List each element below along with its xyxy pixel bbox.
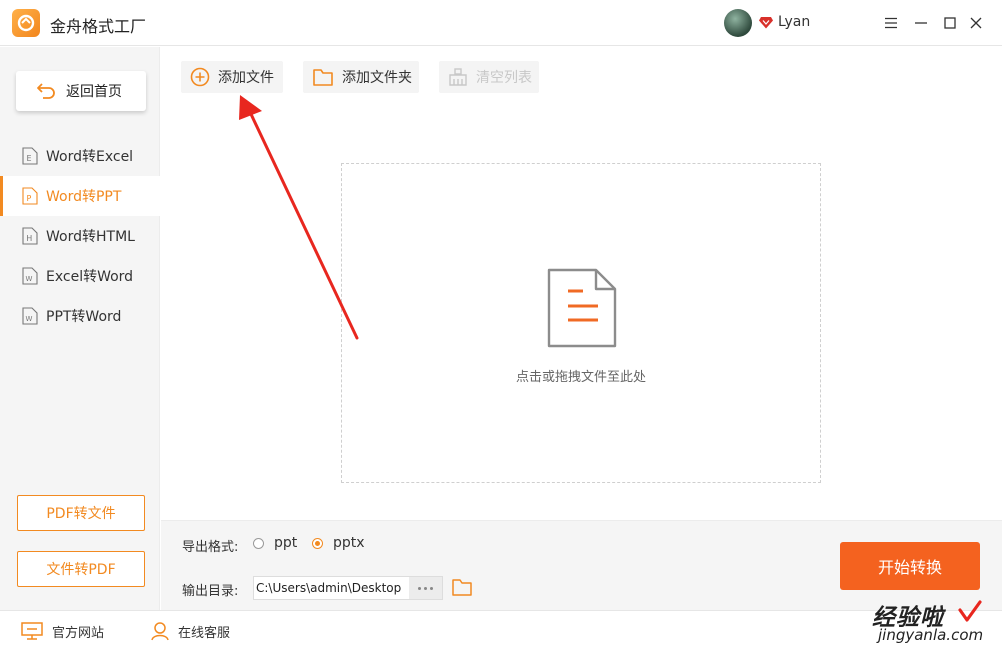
sidebar-item-label: PPT转Word [46,309,122,325]
file-to-pdf-button[interactable]: 文件转PDF [17,551,145,587]
document-e-icon: E [22,147,38,165]
back-home-label: 返回首页 [66,84,122,100]
close-icon [970,17,982,29]
start-convert-button[interactable]: 开始转换 [840,542,980,590]
footer: 官方网站 在线客服 [0,610,1002,652]
format-pptx-label[interactable]: pptx [333,535,365,551]
browse-more-button[interactable] [409,577,442,599]
username[interactable]: Lyan [778,14,810,30]
svg-text:E: E [27,154,32,163]
open-folder-icon[interactable] [451,577,473,597]
more-dot-icon [418,586,421,590]
app-title: 金舟格式工厂 [50,17,147,36]
more-dot-icon [424,586,427,590]
menu-button[interactable] [880,12,902,34]
svg-text:W: W [26,275,33,283]
format-ppt-label[interactable]: ppt [274,535,297,551]
document-w-icon: W [22,307,38,325]
online-support-label: 在线客服 [178,625,231,641]
checkmark-icon [958,600,982,622]
pdf-to-file-button[interactable]: PDF转文件 [17,495,145,531]
sidebar: 返回首页 E Word转Excel P Word转PPT H Word转HTML [0,47,160,610]
watermark-url: jingyanla.com [878,626,984,644]
minimize-icon [915,22,927,24]
official-website-label: 官方网站 [52,625,105,641]
broom-icon [449,68,467,86]
sidebar-item-word-to-excel[interactable]: E Word转Excel [0,136,160,176]
watermark: 经验啦 jingyanla.com [872,598,990,648]
drop-hint: 点击或拖拽文件至此处 [515,370,646,385]
official-website-link[interactable]: 官方网站 [20,621,104,641]
sidebar-item-word-to-ppt[interactable]: P Word转PPT [0,176,160,216]
sidebar-item-word-to-html[interactable]: H Word转HTML [0,216,160,256]
back-arrow-icon [37,83,55,99]
document-h-icon: H [22,227,38,245]
svg-text:P: P [27,194,32,203]
sidebar-item-label: Word转PPT [46,189,122,205]
clear-list-label: 清空列表 [476,70,532,86]
document-icon [547,268,617,348]
clear-list-button[interactable]: 清空列表 [439,61,539,93]
sidebar-item-label: Word转Excel [46,149,134,165]
format-pptx-radio[interactable] [312,538,323,549]
monitor-icon [21,622,43,640]
customer-service-icon [151,622,169,641]
output-dir-label: 输出目录: [182,584,239,599]
document-w-icon: W [22,267,38,285]
svg-text:W: W [26,315,33,323]
sidebar-nav: E Word转Excel P Word转PPT H Word转HTML W Ex… [0,136,160,336]
avatar[interactable] [724,9,752,37]
online-support-link[interactable]: 在线客服 [150,621,230,641]
add-folder-label: 添加文件夹 [342,70,412,86]
add-circle-icon [190,67,210,87]
sidebar-item-label: Excel转Word [46,269,134,285]
more-dot-icon [430,586,433,590]
folder-icon [313,69,333,86]
sidebar-item-label: Word转HTML [46,229,135,245]
add-file-button[interactable]: 添加文件 [181,61,283,93]
document-p-icon: P [22,187,38,205]
svg-text:H: H [26,234,32,243]
add-folder-button[interactable]: 添加文件夹 [303,61,419,93]
maximize-icon [944,17,956,29]
app-logo-icon [12,9,40,37]
format-ppt-radio[interactable] [253,538,264,549]
add-file-label: 添加文件 [218,70,274,86]
minimize-button[interactable] [910,12,932,34]
export-settings-panel: 导出格式: ppt pptx 输出目录: C:\Users\admin\Desk… [161,520,1002,610]
close-button[interactable] [965,12,987,34]
file-drop-zone[interactable]: 点击或拖拽文件至此处 [341,163,821,483]
title-bar: 金舟格式工厂 Lyan [0,0,1002,46]
sidebar-item-ppt-to-word[interactable]: W PPT转Word [0,296,160,336]
export-format-label: 导出格式: [182,540,239,555]
maximize-button[interactable] [939,12,961,34]
menu-icon [885,17,897,29]
back-home-button[interactable]: 返回首页 [16,71,146,111]
vip-diamond-icon [759,17,773,29]
sidebar-item-excel-to-word[interactable]: W Excel转Word [0,256,160,296]
